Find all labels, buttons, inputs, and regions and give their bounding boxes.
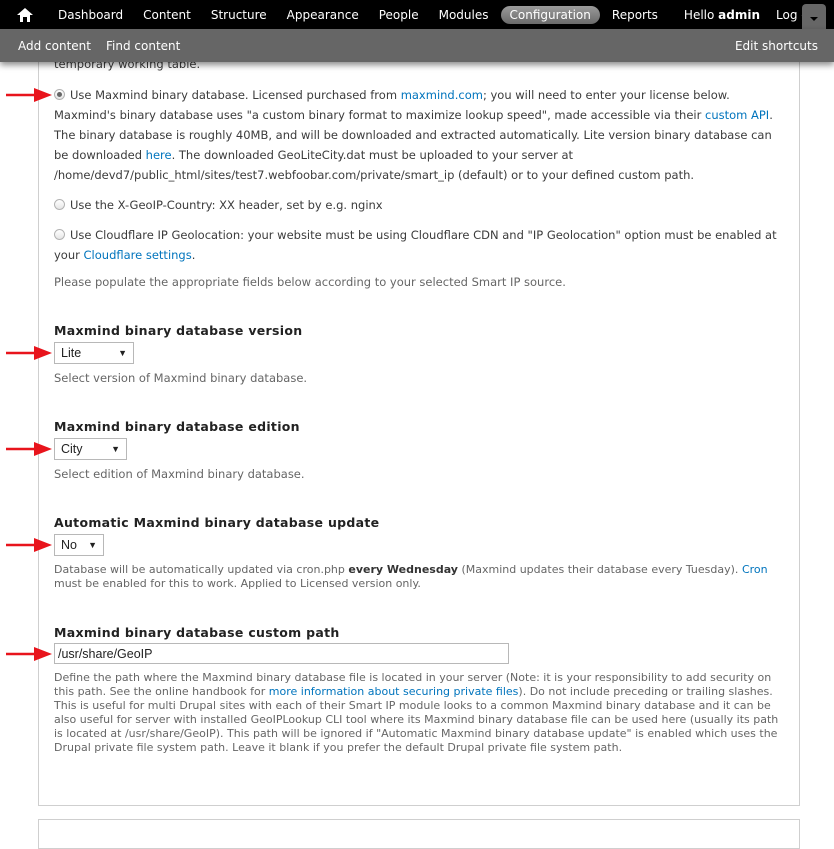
- menu-structure[interactable]: Structure: [203, 5, 275, 25]
- home-icon[interactable]: [17, 7, 33, 22]
- annotation-arrow-icon: [6, 538, 52, 552]
- menu-dashboard[interactable]: Dashboard: [50, 5, 131, 25]
- menu-modules[interactable]: Modules: [431, 5, 497, 25]
- annotation-arrow-icon: [6, 647, 52, 661]
- populate-note: Please populate the appropriate fields b…: [54, 275, 566, 289]
- auto-update-select[interactable]: No ▼: [54, 534, 104, 556]
- shortcut-add-content[interactable]: Add content: [18, 39, 91, 53]
- edit-shortcuts-link[interactable]: Edit shortcuts: [735, 39, 818, 53]
- cron-link[interactable]: Cron: [742, 563, 768, 576]
- shortcuts-toggle-button[interactable]: [802, 4, 826, 29]
- cloudflare-settings-link[interactable]: Cloudflare settings: [84, 248, 192, 262]
- admin-toolbar: Dashboard Content Structure Appearance P…: [0, 0, 834, 62]
- auto-update-label: Automatic Maxmind binary database update: [54, 515, 380, 530]
- chevron-down-icon: ▼: [118, 348, 127, 358]
- next-fieldset: [38, 819, 800, 849]
- annotation-arrow-icon: [6, 346, 52, 360]
- user-greeting: Hello admin: [683, 7, 761, 22]
- toolbar-menu: Dashboard Content Structure Appearance P…: [0, 0, 834, 29]
- custom-path-label: Maxmind binary database custom path: [54, 625, 340, 640]
- annotation-arrow-icon: [6, 442, 52, 456]
- custom-path-input[interactable]: [54, 643, 509, 664]
- custom-api-link[interactable]: custom API: [705, 108, 769, 122]
- radio-option-xgeoip[interactable]: Use the X-GeoIP-Country: XX header, set …: [54, 195, 784, 215]
- maxmind-link[interactable]: maxmind.com: [401, 88, 483, 102]
- custom-path-description: Define the path where the Maxmind binary…: [54, 671, 779, 754]
- chevron-down-icon: ▼: [111, 444, 120, 454]
- radio-button-xgeoip[interactable]: [54, 199, 65, 210]
- menu-people[interactable]: People: [371, 5, 427, 25]
- menu-appearance[interactable]: Appearance: [279, 5, 367, 25]
- menu-content[interactable]: Content: [135, 5, 199, 25]
- menu-reports[interactable]: Reports: [604, 5, 666, 25]
- radio-option-maxmind[interactable]: Use Maxmind binary database. Licensed pu…: [54, 85, 784, 185]
- username-link[interactable]: admin: [718, 8, 760, 22]
- auto-update-description: Database will be automatically updated v…: [54, 563, 768, 590]
- menu-configuration[interactable]: Configuration: [500, 5, 600, 24]
- radio-option-cloudflare[interactable]: Use Cloudflare IP Geolocation: your webs…: [54, 225, 784, 265]
- version-select[interactable]: Lite ▼: [54, 342, 134, 364]
- radio-button-cloudflare[interactable]: [54, 229, 65, 240]
- version-label: Maxmind binary database version: [54, 323, 303, 338]
- version-description: Select version of Maxmind binary databas…: [54, 371, 308, 385]
- annotation-arrow-icon: [6, 88, 52, 102]
- shortcut-find-content[interactable]: Find content: [106, 39, 180, 53]
- chevron-down-icon: ▼: [88, 540, 97, 550]
- shortcuts-bar: Add content Find content Edit shortcuts: [0, 29, 834, 62]
- edition-label: Maxmind binary database edition: [54, 419, 300, 434]
- radio-button-maxmind[interactable]: [54, 89, 65, 100]
- chevron-down-icon: [810, 16, 818, 21]
- edition-select[interactable]: City ▼: [54, 438, 127, 460]
- edition-description: Select edition of Maxmind binary databas…: [54, 467, 305, 481]
- securing-private-files-link[interactable]: more information about securing private …: [269, 685, 519, 698]
- here-link[interactable]: here: [146, 148, 172, 162]
